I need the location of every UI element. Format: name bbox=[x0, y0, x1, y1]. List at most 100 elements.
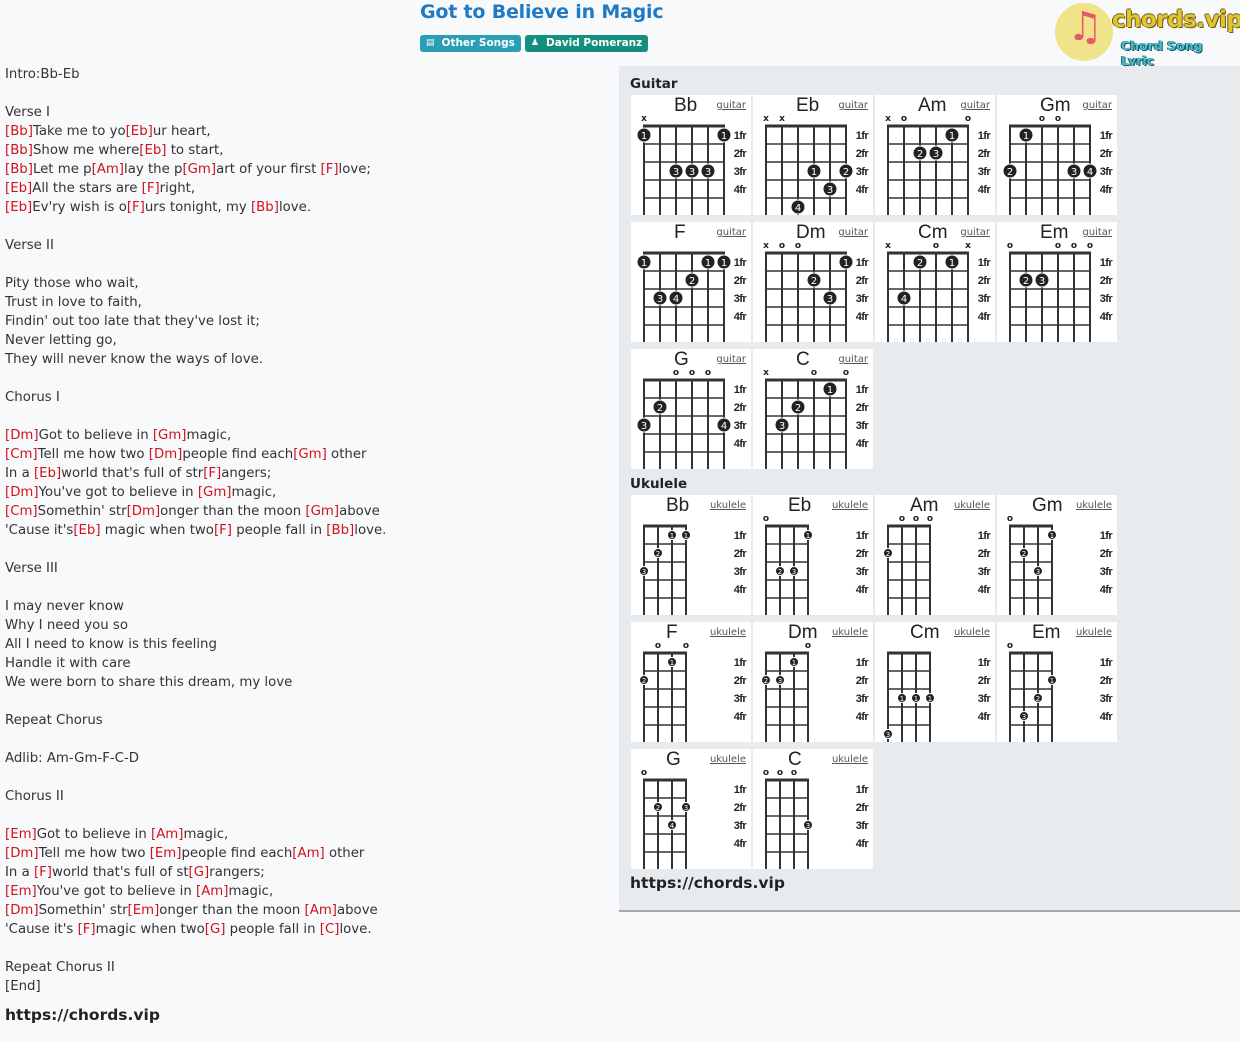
chord-name: C bbox=[796, 349, 810, 370]
guitar-chord-card[interactable]: 1fr 2fr 3fr 4fr x 1 1 3 3 3 Bb guitar bbox=[631, 95, 751, 215]
guitar-chord-card[interactable]: 1fr 2fr 3fr 4fr o o o 2 3 4 Gguitar bbox=[631, 349, 751, 469]
ukulele-link[interactable]: ukulele bbox=[954, 500, 990, 512]
ukulele-link[interactable]: ukulele bbox=[1076, 500, 1112, 512]
chord-link[interactable]: [Gm] bbox=[305, 504, 339, 519]
chord-link[interactable]: [Dm] bbox=[127, 504, 161, 519]
ukulele-link[interactable]: ukulele bbox=[1076, 627, 1112, 639]
guitar-link[interactable]: guitar bbox=[1082, 227, 1112, 239]
chord-link[interactable]: [Em] bbox=[5, 884, 37, 899]
ukulele-link[interactable]: ukulele bbox=[710, 754, 746, 766]
chord-link[interactable]: [Bb] bbox=[5, 124, 33, 139]
ukulele-link[interactable]: ukulele bbox=[710, 627, 746, 639]
chord-name: G bbox=[666, 749, 681, 770]
chord-link[interactable]: [Bb] bbox=[5, 143, 33, 158]
chord-link[interactable]: [Eb] bbox=[5, 181, 32, 196]
chord-link[interactable]: [F] bbox=[321, 162, 339, 177]
chord-link[interactable]: [Gm] bbox=[182, 162, 216, 177]
chord-link[interactable]: [F] bbox=[127, 200, 145, 215]
chord-link[interactable]: [Em] bbox=[5, 827, 37, 842]
chord-link[interactable]: [Cm] bbox=[5, 504, 38, 519]
chord-link[interactable]: [Dm] bbox=[5, 428, 39, 443]
artist-badge[interactable]: ♟ David Pomeranz bbox=[524, 35, 649, 52]
guitar-link[interactable]: guitar bbox=[960, 100, 990, 112]
chord-link[interactable]: [F] bbox=[142, 181, 160, 196]
chord-link[interactable]: [Am] bbox=[196, 884, 228, 899]
guitar-link[interactable]: guitar bbox=[960, 227, 990, 239]
guitar-link[interactable]: guitar bbox=[1082, 100, 1112, 112]
chord-link[interactable]: [Gm] bbox=[198, 485, 232, 500]
lyric-text: [End] bbox=[5, 979, 41, 994]
ukulele-link[interactable]: ukulele bbox=[832, 754, 868, 766]
chord-link[interactable]: [Bb] bbox=[5, 162, 33, 177]
open-string-marker: o bbox=[1007, 241, 1013, 251]
chord-link[interactable]: [Eb] bbox=[126, 124, 153, 139]
ukulele-chord-card[interactable]: 1fr 2fr 3fr 4fr o o 1 2 Fukulele bbox=[631, 622, 751, 742]
chord-link[interactable]: [Am] bbox=[292, 846, 324, 861]
chord-link[interactable]: [F] bbox=[214, 523, 232, 538]
guitar-chord-card[interactable]: 1fr 2fr 3fr 4fr x o o 1 2 3 Cguitar bbox=[753, 349, 873, 469]
finger-number: 2 bbox=[917, 258, 923, 269]
ukulele-chord-card[interactable]: 1fr 2fr 3fr 4fr o o o 3 Cukulele bbox=[753, 749, 873, 869]
guitar-link[interactable]: guitar bbox=[716, 100, 746, 112]
chord-link[interactable]: [Cm] bbox=[5, 447, 38, 462]
guitar-chord-card[interactable]: 1fr 2fr 3fr 4fr o o o o 2 3 Em guitar bbox=[997, 222, 1117, 342]
chord-link[interactable]: [Dm] bbox=[5, 903, 39, 918]
ukulele-chord-card[interactable]: 1fr 2fr 3fr 4fr o 1 2 3 Gm ukulele bbox=[997, 495, 1117, 615]
ukulele-link[interactable]: ukulele bbox=[832, 627, 868, 639]
chord-link[interactable]: [Bb] bbox=[326, 523, 354, 538]
ukulele-link[interactable]: ukulele bbox=[954, 627, 990, 639]
chord-link[interactable]: [Gm] bbox=[153, 428, 187, 443]
ukulele-link[interactable]: ukulele bbox=[710, 500, 746, 512]
guitar-chord-card[interactable]: 1fr 2fr 3fr 4fr o o 1 2 3 4 Gm guitar bbox=[997, 95, 1117, 215]
chord-link[interactable]: [Eb] bbox=[34, 466, 61, 481]
chord-link[interactable]: [Eb] bbox=[139, 143, 166, 158]
guitar-chord-card[interactable]: 1fr 2fr 3fr 4fr x x 1 2 3 4 Eb guitar bbox=[753, 95, 873, 215]
chord-link[interactable]: [Eb] bbox=[5, 200, 32, 215]
ukulele-chord-card[interactable]: 1fr 2fr 3fr 4fr 1 1 2 3 Bb ukulele bbox=[631, 495, 751, 615]
ukulele-chord-card[interactable]: 1fr 2fr 3fr 4fr o 1 2 3 Dm ukulele bbox=[753, 622, 873, 742]
chord-link[interactable]: [F] bbox=[203, 466, 221, 481]
guitar-link[interactable]: guitar bbox=[838, 354, 868, 366]
guitar-link[interactable]: guitar bbox=[838, 227, 868, 239]
lyric-text: other bbox=[326, 447, 367, 462]
fret-label: 3fr bbox=[856, 820, 870, 832]
guitar-link[interactable]: guitar bbox=[716, 227, 746, 239]
ukulele-chord-card[interactable]: 1fr 2fr 3fr 4fr o 1 2 3 Em ukulele bbox=[997, 622, 1117, 742]
fret-label: 1fr bbox=[856, 657, 870, 669]
ukulele-chord-card[interactable]: 1fr 2fr 3fr 4fr o 1 2 3 Eb ukulele bbox=[753, 495, 873, 615]
chord-link[interactable]: [Am] bbox=[305, 903, 337, 918]
ukulele-link[interactable]: ukulele bbox=[832, 500, 868, 512]
chord-link[interactable]: [Bb] bbox=[251, 200, 279, 215]
artist-label: David Pomeranz bbox=[546, 37, 643, 49]
chord-link[interactable]: [Dm] bbox=[5, 485, 39, 500]
chord-link[interactable]: [Am] bbox=[151, 827, 183, 842]
chord-link[interactable]: [G] bbox=[205, 922, 226, 937]
chord-link[interactable]: [Em] bbox=[150, 846, 182, 861]
chord-link[interactable]: [Dm] bbox=[5, 846, 39, 861]
ukulele-chord-card[interactable]: 1fr 2fr 3fr 4fr o 2 3 4 Gukulele bbox=[631, 749, 751, 869]
lyrics-footer-url[interactable]: https://chords.vip bbox=[5, 1006, 605, 1025]
panel-footer-url[interactable]: https://chords.vip bbox=[630, 874, 785, 892]
chord-link[interactable]: [G] bbox=[189, 865, 210, 880]
chord-link[interactable]: [F] bbox=[34, 865, 52, 880]
guitar-chord-card[interactable]: 1fr 2fr 3fr 4fr x o o 1 2 3 Dm guitar bbox=[753, 222, 873, 342]
chord-link[interactable]: [Em] bbox=[128, 903, 160, 918]
category-badge[interactable]: ▤ Other Songs bbox=[420, 35, 521, 52]
site-logo[interactable]: ♫ chords.vip Chord Song Lyric bbox=[1055, 3, 1240, 68]
chord-link[interactable]: [Eb] bbox=[73, 523, 100, 538]
chord-link[interactable]: [Am] bbox=[92, 162, 124, 177]
guitar-chord-card[interactable]: 1fr 2fr 3fr 4fr 1 1 1 2 3 4 Fguitar bbox=[631, 222, 751, 342]
chord-link[interactable]: [F] bbox=[78, 922, 96, 937]
guitar-chord-card[interactable]: 1fr 2fr 3fr 4fr x o o 1 2 3 Am guitar bbox=[875, 95, 995, 215]
guitar-link[interactable]: guitar bbox=[838, 100, 868, 112]
ukulele-chord-card[interactable]: 1fr 2fr 3fr 4fr 1 1 1 3 Cm ukulele bbox=[875, 622, 995, 742]
lyric-text: right, bbox=[159, 181, 196, 196]
chord-link[interactable]: [Gm] bbox=[293, 447, 327, 462]
guitar-link[interactable]: guitar bbox=[716, 354, 746, 366]
lyric-text: We were born to share this dream, my lov… bbox=[5, 675, 293, 690]
chord-link[interactable]: [C] bbox=[320, 922, 340, 937]
ukulele-chord-card[interactable]: 1fr 2fr 3fr 4fr o o o 2 Am ukulele bbox=[875, 495, 995, 615]
chord-link[interactable]: [Dm] bbox=[149, 447, 183, 462]
guitar-chord-card[interactable]: 1fr 2fr 3fr 4fr x o x 2 1 4 Cm guitar bbox=[875, 222, 995, 342]
